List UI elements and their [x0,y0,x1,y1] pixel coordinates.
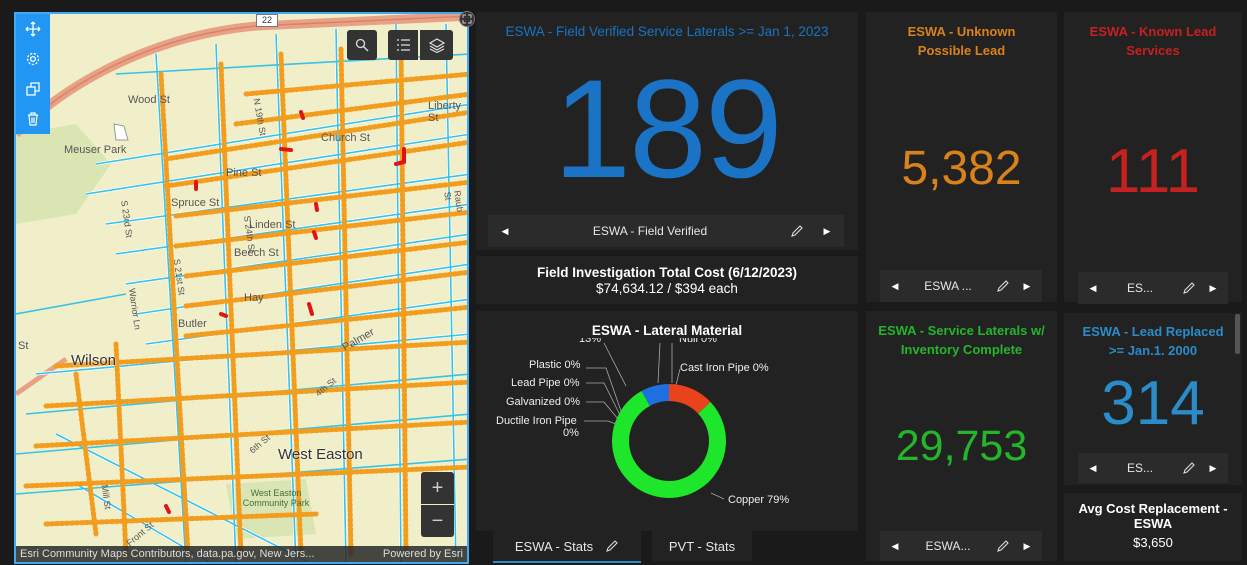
pencil-icon[interactable] [1182,281,1196,295]
delete-widget-button[interactable] [16,104,50,134]
powered-by-esri-link[interactable]: Powered by Esri [383,546,463,562]
place-label-west-easton: West Easton [278,446,363,463]
avg-cost-value: $3,650 [1133,535,1173,550]
street-label-wood: Wood St [128,94,170,106]
duplicate-icon [26,82,40,96]
lateral-material-panel: ESWA - Lateral Material 13% Null 0% Plas… [476,311,858,531]
donut-label-copper: Copper 79% [728,494,790,506]
street-label-spruce: Spruce St [171,197,220,209]
expand-map-button[interactable] [459,11,475,27]
next-arrow-icon[interactable]: ▶ [1022,281,1032,292]
search-icon [355,38,369,52]
street-label-hay: Hay [244,292,264,304]
avg-cost-panel: Avg Cost Replacement - ESWA $3,650 [1064,493,1242,561]
gear-icon [26,52,40,66]
pencil-icon[interactable] [996,539,1010,553]
known-lead-value: 111 [1105,137,1201,206]
prev-arrow-icon[interactable]: ◀ [1088,283,1098,294]
tab-eswa-stats[interactable]: ESWA - Stats [493,531,641,563]
duplicate-widget-button[interactable] [16,74,50,104]
donut-label-null: Null 0% [679,338,717,345]
field-verified-value: 189 [553,50,783,207]
zoom-out-button[interactable]: − [421,505,454,537]
field-verified-title: ESWA - Field Verified Service Laterals >… [505,24,829,39]
pencil-icon[interactable] [996,279,1010,293]
street-label-raub: Raub St [442,189,466,213]
settings-widget-button[interactable] [16,44,50,74]
map-view[interactable]: 22 Meuser Park Wilson West Easton West E… [14,12,469,564]
attribution-text: Esri Community Maps Contributors, data.p… [20,548,315,560]
inventory-complete-title: ESWA - Service Laterals w/ Inventory Com… [878,323,1045,357]
layers-icon [428,37,445,53]
donut-slice-copper[interactable] [612,391,726,498]
donut-label-cast-iron: Cast Iron Pipe 0% [680,362,769,374]
prev-arrow-icon[interactable]: ◀ [500,226,510,237]
map-search-button[interactable] [347,30,377,60]
tab-eswa-stats-label: ESWA - Stats [514,538,594,554]
donut-label-galvanized: Galvanized 0% [506,396,580,408]
list-icon [396,39,410,51]
place-label-community-park: West Easton Community Park [242,488,310,508]
prev-arrow-icon[interactable]: ◀ [890,541,900,552]
inventory-complete-footer: ◀ ESWA... ▶ [880,531,1042,561]
unknown-lead-panel: ESWA - Unknown Possible Lead 5,382 [866,12,1057,302]
tab-pvt-stats[interactable]: PVT - Stats [652,531,752,561]
field-cost-value: $74,634.12 / $394 each [596,281,738,296]
next-arrow-icon[interactable]: ▶ [1208,463,1218,474]
field-verified-footer: ◀ ESWA - Field Verified ▶ [488,215,844,247]
donut-label-plastic: Plastic 0% [529,359,581,371]
unknown-lead-footer-text: ESWA ... [924,279,972,293]
prev-arrow-icon[interactable]: ◀ [1088,463,1098,474]
map-layers-button[interactable] [420,30,453,60]
map-legend-button[interactable] [388,30,418,60]
unknown-lead-title: ESWA - Unknown Possible Lead [907,24,1016,58]
pencil-icon[interactable] [605,539,619,553]
pencil-icon[interactable] [790,224,804,238]
place-label-wilson: Wilson [71,352,117,369]
unknown-lead-value: 5,382 [901,142,1022,195]
donut-label-ductile: Ductile Iron Pipe [496,415,577,427]
donut-label-ductile-pct: 0% [563,427,579,439]
map-attribution-bar: Esri Community Maps Contributors, data.p… [16,546,467,562]
next-arrow-icon[interactable]: ▶ [1208,283,1218,294]
street-label-pine: Pine St [226,167,262,179]
street-label-linden: Linden St [249,219,296,231]
field-cost-panel: Field Investigation Total Cost (6/12/202… [476,256,858,304]
street-label-church: Church St [321,132,370,144]
donut-label-cut-left: 13% [579,338,602,345]
known-lead-footer: ◀ ES... ▶ [1078,272,1228,304]
lead-replaced-title: ESWA - Lead Replaced >= Jan.1. 2000 [1082,324,1224,358]
avg-cost-title: Avg Cost Replacement - ESWA [1078,501,1228,531]
map-canvas[interactable] [16,14,469,564]
lead-replaced-footer: ◀ ES... ▶ [1078,453,1228,483]
known-lead-panel: ESWA - Known Lead Services 111 [1064,12,1242,302]
move-icon [25,21,41,37]
lead-replaced-footer-text: ES... [1126,461,1153,475]
street-label-butler: Butler [178,318,207,330]
street-label-st: St [18,340,29,352]
unknown-lead-footer: ◀ ESWA ... ▶ [880,270,1042,302]
street-label-liberty: Liberty St [428,100,462,124]
next-arrow-icon[interactable]: ▶ [1022,541,1032,552]
known-lead-title: ESWA - Known Lead Services [1089,24,1217,58]
pencil-icon[interactable] [1182,461,1196,475]
donut-label-lead-pipe: Lead Pipe 0% [511,377,580,389]
place-label-meuser-park: Meuser Park [64,144,127,156]
lead-replaced-scrollbar[interactable] [1235,314,1240,354]
tab-pvt-stats-label: PVT - Stats [668,538,736,554]
inventory-complete-footer-text: ESWA... [925,539,971,553]
route-22-badge: 22 [256,14,278,27]
known-lead-footer-text: ES... [1126,281,1153,295]
expand-icon [462,14,472,24]
lead-replaced-value: 314 [1101,369,1205,438]
inventory-complete-value: 29,753 [895,422,1028,470]
trash-icon [28,112,38,126]
field-verified-footer-text: ESWA - Field Verified [592,224,708,238]
move-widget-button[interactable] [16,14,50,44]
inventory-complete-panel: ESWA - Service Laterals w/ Inventory Com… [866,311,1057,561]
next-arrow-icon[interactable]: ▶ [822,226,832,237]
prev-arrow-icon[interactable]: ◀ [890,281,900,292]
zoom-in-button[interactable]: + [421,472,454,504]
